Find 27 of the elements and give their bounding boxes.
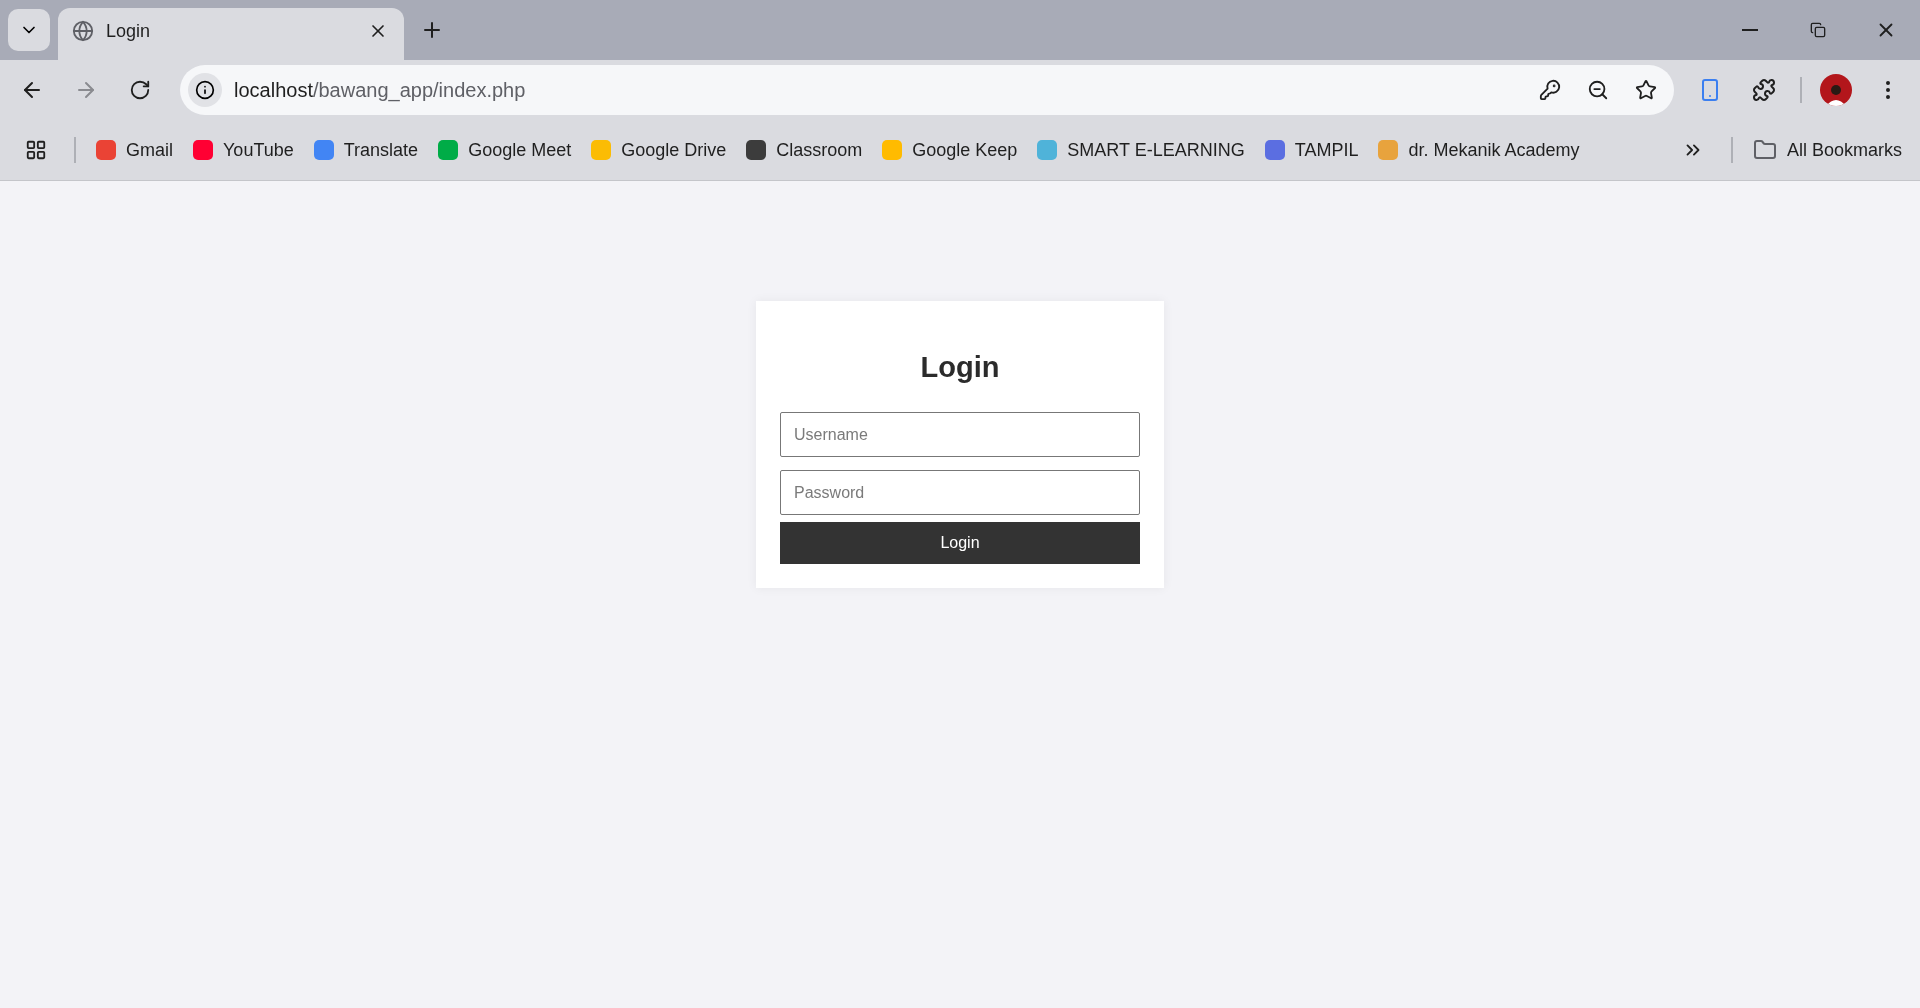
bookmark-link[interactable]: Google Meet (438, 139, 572, 161)
bookmark-link[interactable]: dr. Mekanik Academy (1378, 139, 1580, 161)
bookmark-link[interactable]: SMART E-LEARNING (1037, 139, 1245, 161)
bookmark-link[interactable]: Google Keep (882, 139, 1018, 161)
bookmark-link[interactable]: TAMPIL (1264, 139, 1359, 161)
site-info-icon[interactable] (188, 73, 222, 107)
login-title: Login (919, 351, 1001, 384)
bookmark-link[interactable]: YouTube (193, 139, 294, 161)
bookmark-link[interactable]: Classroom (746, 139, 863, 161)
all-bookmarks-link[interactable]: All Bookmarks (1752, 138, 1902, 162)
bookmark-link[interactable]: Gmail (96, 139, 173, 161)
username-field[interactable]: Username (780, 412, 1140, 457)
profile-avatar[interactable] (1820, 74, 1852, 106)
minimize-icon (1742, 29, 1758, 31)
tab-title: Login (106, 20, 152, 42)
restore-icon (1810, 22, 1826, 38)
url-host: localhost (234, 78, 313, 101)
url-path: /bawang_app/index.php (312, 78, 526, 102)
browser-tab[interactable]: Login (58, 8, 404, 60)
bookmark-link[interactable]: Translate (313, 139, 419, 161)
login-button[interactable]: Login (780, 522, 1140, 564)
bookmark-link[interactable]: Google Drive (591, 139, 727, 161)
folder-icon (1752, 138, 1777, 162)
reload-icon (129, 79, 151, 101)
address-bar[interactable]: localhost/bawang_app/index.php (180, 65, 1674, 115)
globe-icon (72, 20, 94, 42)
password-field[interactable]: Password (780, 470, 1140, 515)
